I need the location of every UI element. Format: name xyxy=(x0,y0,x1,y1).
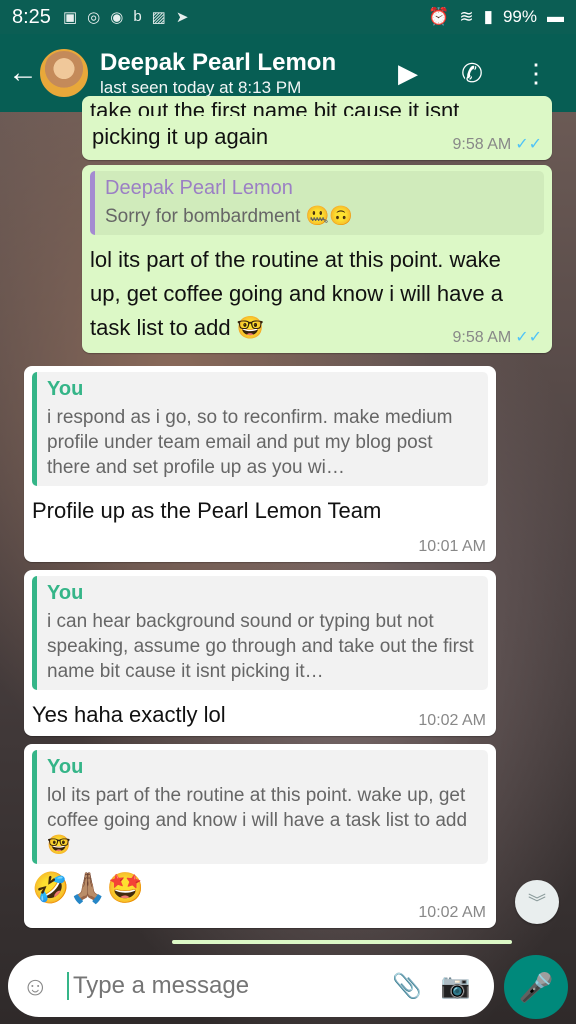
message-text-partial: take out the first name bit cause it isn… xyxy=(90,98,460,116)
quoted-text: Sorry for bombardment 🤐🙃 xyxy=(105,206,353,227)
quoted-author: You xyxy=(47,378,84,400)
message-input[interactable] xyxy=(66,972,383,1000)
back-arrow-icon[interactable]: ← xyxy=(8,56,38,90)
status-bar: 8:25 ▣ ◎ ◉ b ▨ ➤ ⏰ ≋ ▮ 99% ▬ xyxy=(0,0,576,34)
battery-icon: ▬ xyxy=(547,7,564,26)
message-composer: ☺ 📎 📷 xyxy=(8,955,494,1017)
message-time: 10:02 AM xyxy=(418,904,486,921)
message-bubble[interactable]: You i can hear background sound or typin… xyxy=(24,570,496,736)
camera-icon[interactable]: 📷 xyxy=(431,972,480,1001)
app-icon: ◉ xyxy=(110,9,124,26)
message-bubble[interactable]: Deepak Pearl Lemon Sorry for bombardment… xyxy=(82,165,552,353)
wifi-icon: ≋ xyxy=(459,7,474,26)
read-ticks-icon: ✓✓ xyxy=(515,136,542,153)
video-camera-icon[interactable]: ▶ xyxy=(376,58,440,89)
last-seen: last seen today at 8:13 PM xyxy=(100,78,302,97)
signal-icon: ▮ xyxy=(483,7,493,26)
message-bubble[interactable]: You lol its part of the routine at this … xyxy=(24,744,496,928)
quoted-message[interactable]: You i can hear background sound or typin… xyxy=(32,576,488,690)
image-icon: ▨ xyxy=(151,9,166,26)
alarm-icon: ⏰ xyxy=(428,7,450,26)
system-icons: ⏰ ≋ ▮ 99% ▬ xyxy=(428,7,564,27)
more-vert-icon[interactable]: ⋮ xyxy=(504,58,568,89)
phone-icon[interactable]: ✆ xyxy=(440,58,504,89)
message-bubble[interactable]: You i respond as i go, so to reconfirm. … xyxy=(24,366,496,562)
emoji-icon[interactable]: ☺ xyxy=(22,971,57,1002)
message-text: 🤣🙏🏽🤩 xyxy=(32,872,145,905)
paperclip-icon[interactable]: 📎 xyxy=(383,972,432,1001)
facebook-icon: ▣ xyxy=(62,9,78,26)
message-meta: 9:58 AM ✓✓ xyxy=(452,134,542,154)
avatar[interactable] xyxy=(40,49,88,97)
notification-icons: ▣ ◎ ◉ b ▨ ➤ xyxy=(63,8,188,26)
contact-name: Deepak Pearl Lemon xyxy=(100,49,337,76)
quoted-message[interactable]: You lol its part of the routine at this … xyxy=(32,750,488,864)
message-bubble[interactable]: take out the first name bit cause it isn… xyxy=(82,96,552,160)
quoted-author: You xyxy=(47,582,84,604)
partial-bubble-edge xyxy=(172,940,512,944)
message-time: 10:01 AM xyxy=(418,538,486,555)
chevron-double-down-icon[interactable]: ︾ xyxy=(515,880,559,924)
message-text: picking it up again xyxy=(92,124,269,149)
read-ticks-icon: ✓✓ xyxy=(515,329,542,346)
contact-info[interactable]: Deepak Pearl Lemon last seen today at 8:… xyxy=(100,48,376,98)
quoted-text: i can hear background sound or typing bu… xyxy=(47,611,474,682)
quoted-message[interactable]: You i respond as i go, so to reconfirm. … xyxy=(32,372,488,486)
quoted-text: i respond as i go, so to reconfirm. make… xyxy=(47,407,453,478)
message-time: 9:58 AM xyxy=(452,329,512,346)
bb-icon: b xyxy=(133,8,142,25)
send-icon: ➤ xyxy=(175,9,189,26)
message-time: 10:02 AM xyxy=(418,712,486,729)
instagram-icon: ◎ xyxy=(87,9,101,26)
message-time: 9:58 AM xyxy=(452,136,512,153)
quoted-message[interactable]: Deepak Pearl Lemon Sorry for bombardment… xyxy=(90,171,544,235)
message-text: Profile up as the Pearl Lemon Team xyxy=(32,498,382,523)
quoted-author: Deepak Pearl Lemon xyxy=(105,177,293,199)
status-time: 8:25 xyxy=(12,5,51,28)
quoted-text: lol its part of the routine at this poin… xyxy=(47,785,468,856)
message-meta: 9:58 AM ✓✓ xyxy=(452,327,542,347)
battery-level: 99% xyxy=(502,7,537,26)
quoted-author: You xyxy=(47,756,84,778)
microphone-icon[interactable]: 🎤 xyxy=(504,955,568,1019)
